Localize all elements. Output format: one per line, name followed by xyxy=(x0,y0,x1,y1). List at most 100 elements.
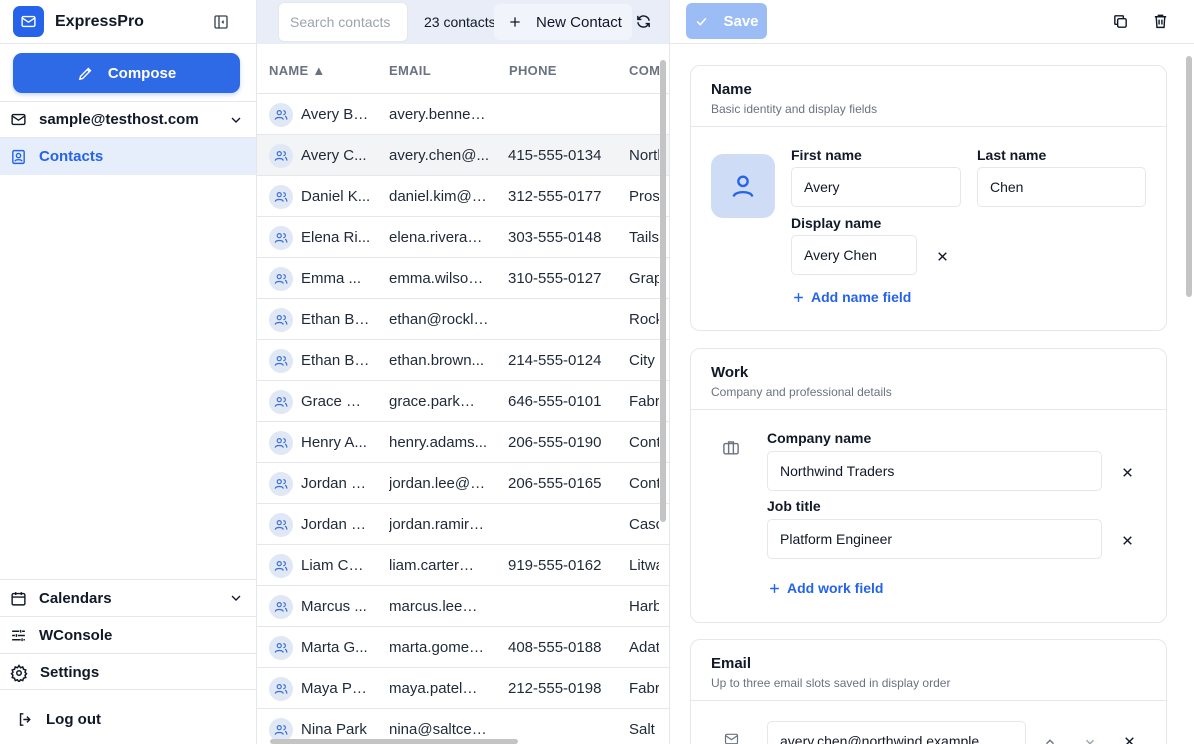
chevron-down-icon[interactable] xyxy=(1083,735,1097,744)
table-row[interactable]: Daniel K... daniel.kim@p... 312-555-0177 Pr… xyxy=(257,176,669,217)
table-row[interactable]: Marta G... marta.gomez... 408-555-0188 Adat… xyxy=(257,627,669,668)
cell-phone: 206-555-0190 xyxy=(508,434,602,451)
sidebar-item-settings[interactable]: Settings xyxy=(0,654,256,691)
cell-company: Contoso xyxy=(629,475,659,492)
job-title-field[interactable]: Platform Engineer xyxy=(767,519,1102,559)
display-name-field[interactable]: Avery Chen xyxy=(791,235,917,275)
refresh-icon[interactable] xyxy=(635,13,652,30)
new-contact-button[interactable]: New Contact xyxy=(494,4,632,40)
cell-email: nina@saltced... xyxy=(389,721,489,738)
cell-name: Avery C... xyxy=(301,147,367,164)
close-icon[interactable] xyxy=(936,250,949,263)
duplicate-icon[interactable] xyxy=(1112,13,1129,30)
cell-email: liam.carter@li... xyxy=(389,557,489,574)
cell-email: marcus.lee@... xyxy=(389,598,489,615)
logout-label: Log out xyxy=(46,710,101,728)
cell-name: Liam Car... xyxy=(301,557,371,574)
cell-name: Nina Park xyxy=(301,721,367,738)
plus-icon xyxy=(770,583,779,593)
cell-phone: 312-555-0177 xyxy=(508,188,602,205)
job-title-label: Job title xyxy=(767,498,821,514)
contact-list-pane: Search contacts 23 contacts New Contact … xyxy=(257,0,670,744)
contact-avatar-icon xyxy=(269,554,293,578)
detail-toolbar: Save xyxy=(670,0,1194,44)
trash-icon[interactable] xyxy=(1152,12,1169,30)
cell-phone: 919-555-0162 xyxy=(508,557,602,574)
save-button[interactable]: Save xyxy=(686,3,767,39)
column-header-email[interactable]: EMAIL xyxy=(389,63,431,78)
cell-email: ethan@rockli... xyxy=(389,311,489,328)
add-work-field-link[interactable]: Add work field xyxy=(768,580,883,596)
table-row[interactable]: Ethan Br... ethan.brown... 214-555-0124 Cit… xyxy=(257,340,669,381)
table-row[interactable]: Liam Car... liam.carter@li... 919-555-0162… xyxy=(257,545,669,586)
column-header-phone[interactable]: PHONE xyxy=(509,63,557,78)
chevron-up-icon[interactable] xyxy=(1043,735,1057,744)
cell-company: Harbor xyxy=(629,598,659,615)
cell-phone: 212-555-0198 xyxy=(508,680,602,697)
column-header-name[interactable]: NAME ▲ xyxy=(269,63,326,78)
table-row[interactable]: Elena Ri... elena.rivera@... 303-555-0148 T… xyxy=(257,217,669,258)
list-toolbar: Search contacts 23 contacts New Contact xyxy=(257,0,669,44)
plus-icon xyxy=(510,17,520,27)
table-row[interactable]: Grace Pa... grace.park@f... 646-555-0101 Fa… xyxy=(257,381,669,422)
sidebar-item-wconsole[interactable]: WConsole xyxy=(0,617,256,654)
card-subtitle: Company and professional details xyxy=(711,385,892,399)
cell-name: Emma ... xyxy=(301,270,362,287)
close-icon[interactable] xyxy=(1123,735,1136,744)
cell-name: Grace Pa... xyxy=(301,393,371,410)
contact-count: 23 contacts xyxy=(424,14,496,30)
collapse-sidebar-icon[interactable] xyxy=(210,11,232,33)
close-icon[interactable] xyxy=(1121,534,1134,547)
cell-name: Maya Pa... xyxy=(301,680,371,697)
contacts-icon xyxy=(12,149,25,164)
cell-company: Northwind xyxy=(629,147,659,164)
cell-name: Marcus ... xyxy=(301,598,367,615)
card-header: Email Up to three email slots saved in d… xyxy=(691,640,1166,701)
table-row[interactable]: Avery Be... avery.bennett... xyxy=(257,94,669,135)
cell-name: Marta G... xyxy=(301,639,368,656)
compose-button[interactable]: Compose xyxy=(13,53,240,93)
close-icon[interactable] xyxy=(1121,466,1134,479)
table-row[interactable]: Avery C... avery.chen@... 415-555-0134 Nort… xyxy=(257,135,669,176)
add-work-field-label: Add work field xyxy=(787,580,884,596)
logout-button[interactable]: Log out xyxy=(0,700,256,738)
table-row[interactable]: Jordan L... jordan.lee@c... 206-555-0165 Co… xyxy=(257,463,669,504)
search-input[interactable]: Search contacts xyxy=(278,2,408,42)
account-selector[interactable]: sample@testhost.com xyxy=(0,101,256,138)
last-name-field[interactable]: Chen xyxy=(977,167,1146,207)
card-title: Work xyxy=(711,364,749,381)
table-row[interactable]: Maya Pa... maya.patel@f... 212-555-0198 Fab… xyxy=(257,668,669,709)
column-header-company[interactable]: COM xyxy=(629,63,660,78)
company-name-field[interactable]: Northwind Traders xyxy=(767,451,1102,491)
sidebar-item-contacts[interactable]: Contacts xyxy=(0,138,256,175)
detail-scrollbar[interactable] xyxy=(1186,56,1192,297)
cell-company: Adatum xyxy=(629,639,659,656)
table-row[interactable]: Ethan Br... ethan@rockli... Rockli xyxy=(257,299,669,340)
avatar[interactable] xyxy=(711,154,775,218)
cell-email: maya.patel@f... xyxy=(389,680,489,697)
horizontal-scrollbar[interactable] xyxy=(270,739,518,744)
email-field[interactable]: avery.chen@northwind.example xyxy=(767,721,1026,744)
cell-phone: 646-555-0101 xyxy=(508,393,602,410)
add-name-field-link[interactable]: Add name field xyxy=(792,289,911,305)
cell-email: marta.gomez... xyxy=(389,639,489,656)
table-row[interactable]: Marcus ... marcus.lee@... Harbor xyxy=(257,586,669,627)
table-row[interactable]: Jordan R... jordan.ramire... Cascade xyxy=(257,504,669,545)
cell-company: Salt & Cedar xyxy=(629,721,659,738)
vertical-scrollbar[interactable] xyxy=(660,60,666,522)
contact-detail-pane: Save Name Basic identity and display fie… xyxy=(670,0,1194,744)
first-name-field[interactable]: Avery xyxy=(791,167,961,207)
sidebar-item-calendars[interactable]: Calendars xyxy=(0,580,256,617)
table-row[interactable]: Henry A... henry.adams... 206-555-0190 Cont… xyxy=(257,422,669,463)
card-header: Name Basic identity and display fields xyxy=(691,66,1166,127)
display-name-label: Display name xyxy=(791,215,882,231)
sidebar-item-label: Contacts xyxy=(39,148,104,165)
cell-email: elena.rivera@... xyxy=(389,229,489,246)
table-row[interactable]: Emma ... emma.wilson... 310-555-0127 Graphi… xyxy=(257,258,669,299)
account-email: sample@testhost.com xyxy=(39,111,199,128)
gear-icon xyxy=(10,663,28,682)
work-card: Work Company and professional details Co… xyxy=(690,348,1167,623)
cell-name: Daniel K... xyxy=(301,188,371,205)
cell-company: Tailspin xyxy=(629,229,659,246)
user-icon xyxy=(732,175,754,198)
